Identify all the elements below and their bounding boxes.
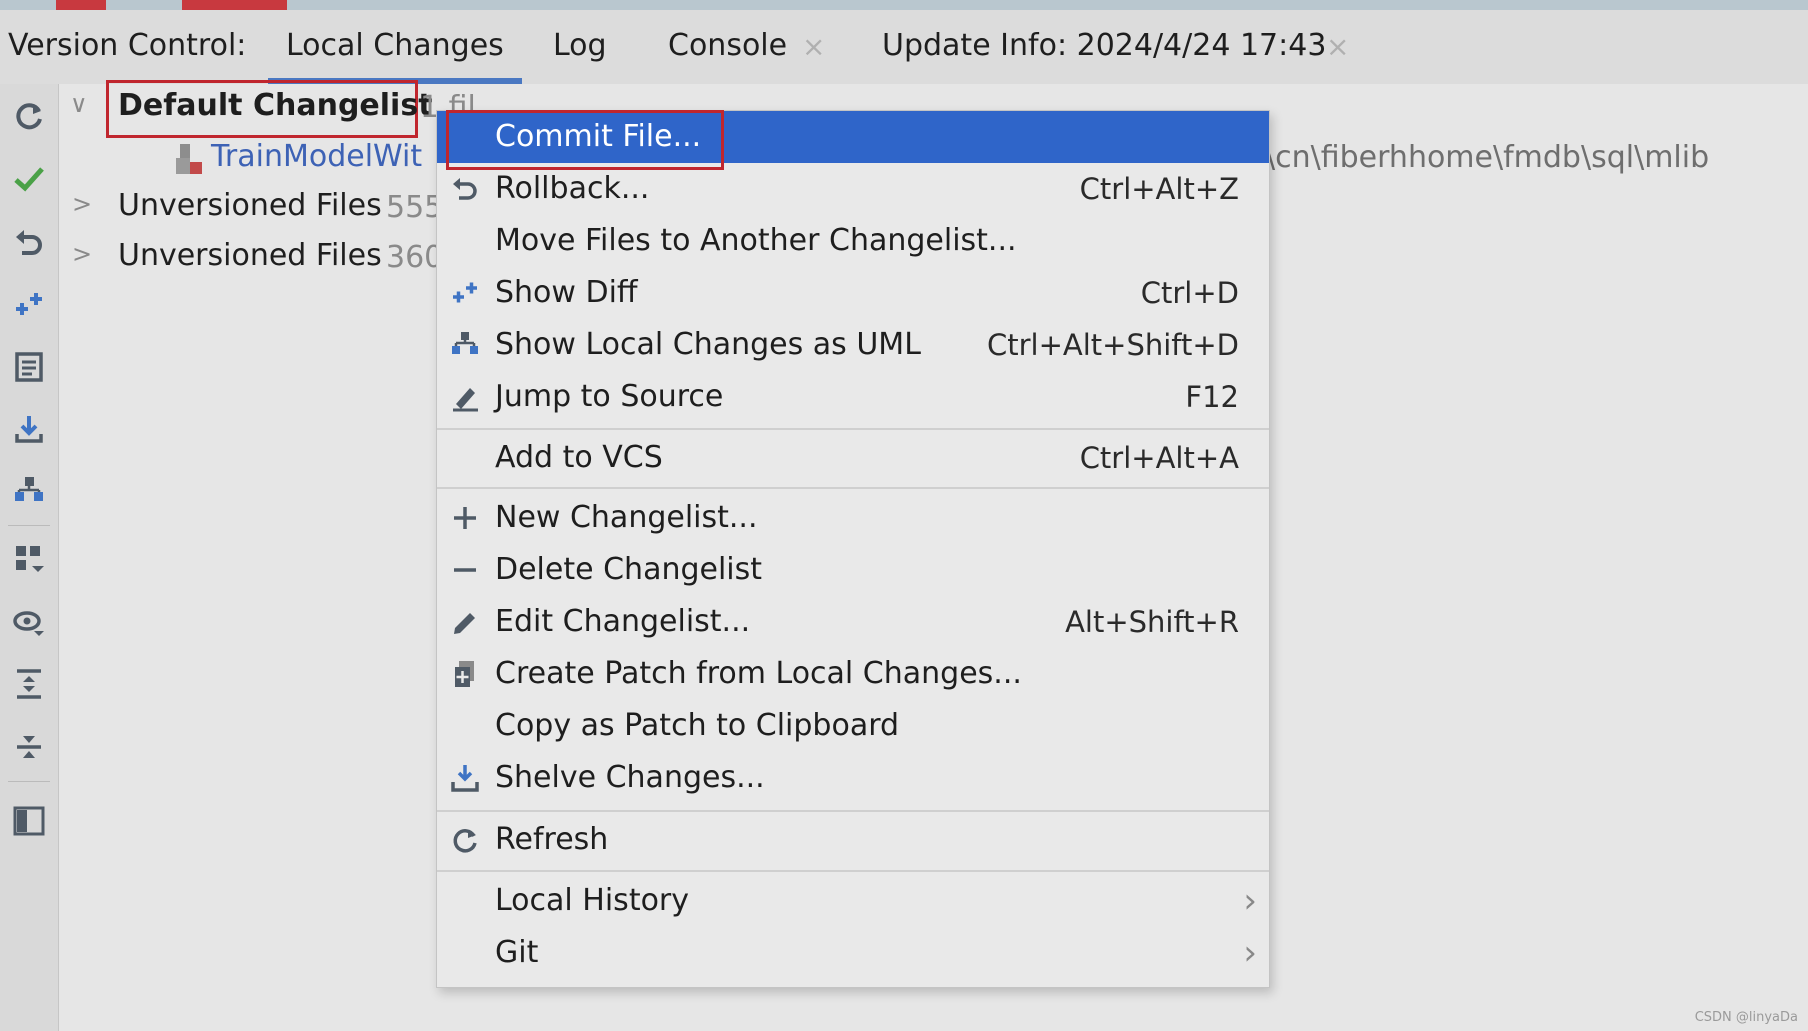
file-path-fragment: \cn\fiberhhome\fmdb\sql\mlib [1265, 140, 1710, 175]
window-top-strip [0, 0, 1808, 10]
tab-update-info[interactable]: Update Info: 2024/4/24 17:43 [882, 28, 1326, 63]
submenu-arrow-icon: › [1243, 881, 1257, 921]
tab-local-changes[interactable]: Local Changes [286, 28, 504, 63]
group-by-icon[interactable] [6, 536, 52, 582]
uml-icon[interactable] [6, 468, 52, 514]
default-changelist-node[interactable]: Default Changelist [118, 88, 433, 123]
unversioned-files-node[interactable]: Unversioned Files [118, 238, 382, 273]
commit-check-icon[interactable] [6, 156, 52, 202]
menu-item-rollback[interactable]: Rollback... Ctrl+Alt+Z [437, 163, 1269, 215]
unversioned-files-count: 555 [386, 190, 444, 225]
collapse-all-icon[interactable] [6, 724, 52, 770]
menu-item-create-patch[interactable]: Create Patch from Local Changes... [437, 648, 1269, 700]
menu-item-show-uml[interactable]: Show Local Changes as UML Ctrl+Alt+Shift… [437, 319, 1269, 371]
expand-unversioned-chevron-icon[interactable]: > [72, 190, 92, 218]
modified-file-item[interactable]: TrainModelWit [211, 139, 422, 174]
changelist-context-menu: Commit File... Rollback... Ctrl+Alt+Z Mo… [436, 110, 1270, 988]
view-options-icon[interactable] [6, 599, 52, 645]
rollback-icon [447, 171, 483, 207]
close-console-tab-icon[interactable]: × [802, 30, 825, 63]
menu-item-add-to-vcs[interactable]: Add to VCS Ctrl+Alt+A [437, 432, 1269, 484]
minus-icon [447, 552, 483, 588]
commit-file-highlight-box [446, 110, 724, 170]
refresh-icon[interactable] [6, 93, 52, 139]
menu-item-git[interactable]: Git › [437, 927, 1269, 979]
menu-item-local-history[interactable]: Local History › [437, 875, 1269, 927]
preview-icon[interactable] [6, 798, 52, 844]
refresh-icon [447, 822, 483, 858]
menu-item-shelve-changes[interactable]: Shelve Changes... [437, 752, 1269, 804]
uml-icon [447, 327, 483, 363]
expand-all-icon[interactable] [6, 661, 52, 707]
tab-console[interactable]: Console [668, 28, 787, 63]
rollback-icon[interactable] [6, 219, 52, 265]
menu-item-edit-changelist[interactable]: Edit Changelist... Alt+Shift+R [437, 596, 1269, 648]
shelve-icon [447, 760, 483, 796]
menu-item-new-changelist[interactable]: New Changelist... [437, 492, 1269, 544]
tab-log[interactable]: Log [553, 28, 607, 63]
show-diff-icon[interactable] [6, 281, 52, 327]
diff-icon [447, 275, 483, 311]
menu-item-refresh[interactable]: Refresh [437, 814, 1269, 866]
menu-item-move-files[interactable]: Move Files to Another Changelist... [437, 215, 1269, 267]
close-update-info-tab-icon[interactable]: × [1326, 30, 1349, 63]
update-icon[interactable] [6, 406, 52, 452]
plus-icon [447, 500, 483, 536]
expand-default-changelist-chevron-icon[interactable]: ∨ [70, 90, 88, 118]
watermark: CSDN @linyaDa [1694, 1010, 1798, 1025]
vcs-side-toolbar [0, 84, 59, 1031]
tool-window-title: Version Control: [8, 28, 247, 63]
menu-item-delete-changelist[interactable]: Delete Changelist [437, 544, 1269, 596]
patch-icon [447, 656, 483, 692]
menu-item-show-diff[interactable]: Show Diff Ctrl+D [437, 267, 1269, 319]
expand-unversioned-chevron-icon[interactable]: > [72, 240, 92, 268]
pencil-icon [447, 604, 483, 640]
menu-item-copy-as-patch[interactable]: Copy as Patch to Clipboard [437, 700, 1269, 752]
menu-item-jump-to-source[interactable]: Jump to Source F12 [437, 371, 1269, 423]
java-file-icon [174, 142, 204, 180]
changelist-icon[interactable] [6, 344, 52, 390]
unversioned-files-node[interactable]: Unversioned Files [118, 188, 382, 223]
version-control-tab-bar: Version Control: Local Changes Log Conso… [0, 10, 1808, 85]
jump-to-source-icon [447, 379, 483, 415]
unversioned-files-count: 360 [386, 240, 444, 275]
submenu-arrow-icon: › [1243, 933, 1257, 973]
